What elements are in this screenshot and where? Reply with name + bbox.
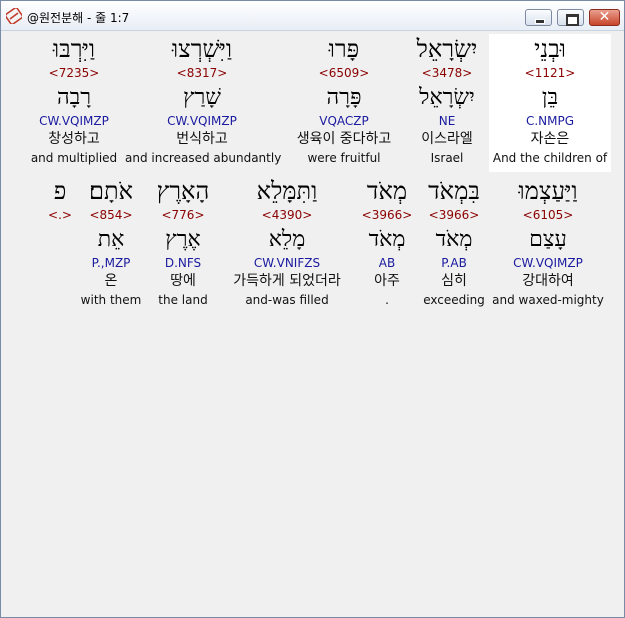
strong-number: <3478> xyxy=(421,66,473,80)
korean-gloss: 생육이 중다하고 xyxy=(296,131,392,147)
hebrew-word: וַיַּעַצְמוּ xyxy=(518,177,578,205)
english-gloss: Israel xyxy=(430,151,464,165)
korean-gloss: 심히 xyxy=(441,273,467,289)
english-gloss: with them xyxy=(80,293,142,307)
parse-code: CW.VQIMZP xyxy=(39,114,109,128)
parse-code: C.NMPG xyxy=(525,114,575,128)
maximize-button[interactable] xyxy=(557,9,584,26)
hebrew-word: פ xyxy=(53,177,67,205)
lemma-word: יִשְׂרָאֵל xyxy=(419,85,475,110)
lemma-word: אֵת xyxy=(97,227,125,252)
strong-number: <6105> xyxy=(522,208,574,222)
korean-gloss: 가득하게 되었더라 xyxy=(233,273,341,289)
strong-number: <8317> xyxy=(176,66,228,80)
lemma-word: פָּרָה xyxy=(326,85,362,110)
hebrew-word: וַיִּשְׁרְצוּ xyxy=(172,35,232,63)
lemma-word: שָׁרַץ xyxy=(183,85,221,110)
window: @원전분해 - 줄 1:7 ✕ וּבְנֵי <1121> בֵּן C.NM… xyxy=(0,0,625,618)
strong-number: <4390> xyxy=(261,208,313,222)
hebrew-word: פָּרוּ xyxy=(328,35,360,63)
hebrew-word: מְאֹד xyxy=(366,177,408,205)
hebrew-word: וַתִּמָּלֵא xyxy=(256,177,318,205)
english-gloss: the land xyxy=(158,293,208,307)
close-icon: ✕ xyxy=(598,9,611,25)
parse-code: AB xyxy=(378,256,396,270)
lemma-word: עָצַם xyxy=(529,227,567,252)
parse-code: VQACZP xyxy=(319,114,369,128)
korean-gloss: 자손은 xyxy=(530,131,570,147)
strong-number: <854> xyxy=(89,208,133,222)
lemma-word: מְאֹד xyxy=(368,227,406,252)
strong-number: <776> xyxy=(161,208,205,222)
korean-gloss: 땅에 xyxy=(170,273,196,289)
korean-gloss: 번식하고 xyxy=(176,131,228,147)
parse-code: CW.VNIFZS xyxy=(253,256,321,270)
close-button[interactable]: ✕ xyxy=(589,9,620,26)
lemma-word: מְאֹד xyxy=(435,227,473,252)
strong-number: <7235> xyxy=(48,66,100,80)
lemma-word: אֶרֶץ xyxy=(165,227,201,252)
lemma-word: רָבָה xyxy=(56,85,92,110)
hebrew-word: אֹתָם׃ xyxy=(88,177,133,205)
strong-number: <.> xyxy=(48,208,72,222)
english-gloss: and increased abundantly xyxy=(125,151,282,165)
strong-number: <3966> xyxy=(361,208,413,222)
hebrew-word: יִשְׂרָאֵל xyxy=(416,35,478,63)
korean-gloss: 강대하여 xyxy=(522,273,574,289)
strong-number: <6509> xyxy=(318,66,370,80)
strong-number: <1121> xyxy=(524,66,576,80)
hebrew-word: וּבְנֵי xyxy=(534,35,566,63)
english-gloss: exceeding xyxy=(423,293,485,307)
parse-code: CW.VQIMZP xyxy=(167,114,237,128)
english-gloss: and-was filled xyxy=(245,293,329,307)
english-gloss: were fruitful xyxy=(307,151,381,165)
parse-code: NE xyxy=(438,114,456,128)
parse-code: P.AB xyxy=(441,256,467,270)
english-gloss: and waxed-mighty xyxy=(492,293,604,307)
hebrew-word: וַיִּרְבּוּ xyxy=(53,35,95,63)
hebrew-word: הָאָרֶץ xyxy=(156,177,210,205)
hebrew-word: בִּמְאֹד xyxy=(428,177,480,205)
app-icon xyxy=(6,8,22,24)
interlinear-panel[interactable]: וּבְנֵי <1121> בֵּן C.NMPG 자손은 And the c… xyxy=(7,32,618,613)
minimize-button[interactable] xyxy=(525,9,552,26)
english-gloss: . xyxy=(385,293,389,307)
korean-gloss: 아주 xyxy=(374,273,400,289)
window-title: @원전분해 - 줄 1:7 xyxy=(27,11,130,25)
parse-code: P.,MZP xyxy=(91,256,131,270)
korean-gloss: 창성하고 xyxy=(48,131,100,147)
korean-gloss: 이스라엘 xyxy=(421,131,473,147)
parse-code: D.NFS xyxy=(164,256,202,270)
parse-code: CW.VQIMZP xyxy=(513,256,583,270)
english-gloss: and multiplied xyxy=(30,151,118,165)
lemma-word: בֵּן xyxy=(541,85,559,110)
title-bar[interactable]: @원전분해 - 줄 1:7 ✕ xyxy=(1,1,624,31)
strong-number: <3966> xyxy=(428,208,480,222)
lemma-word: מָלֵא xyxy=(268,227,306,252)
english-gloss: And the children of xyxy=(492,151,608,165)
korean-gloss: 온 xyxy=(104,273,118,289)
